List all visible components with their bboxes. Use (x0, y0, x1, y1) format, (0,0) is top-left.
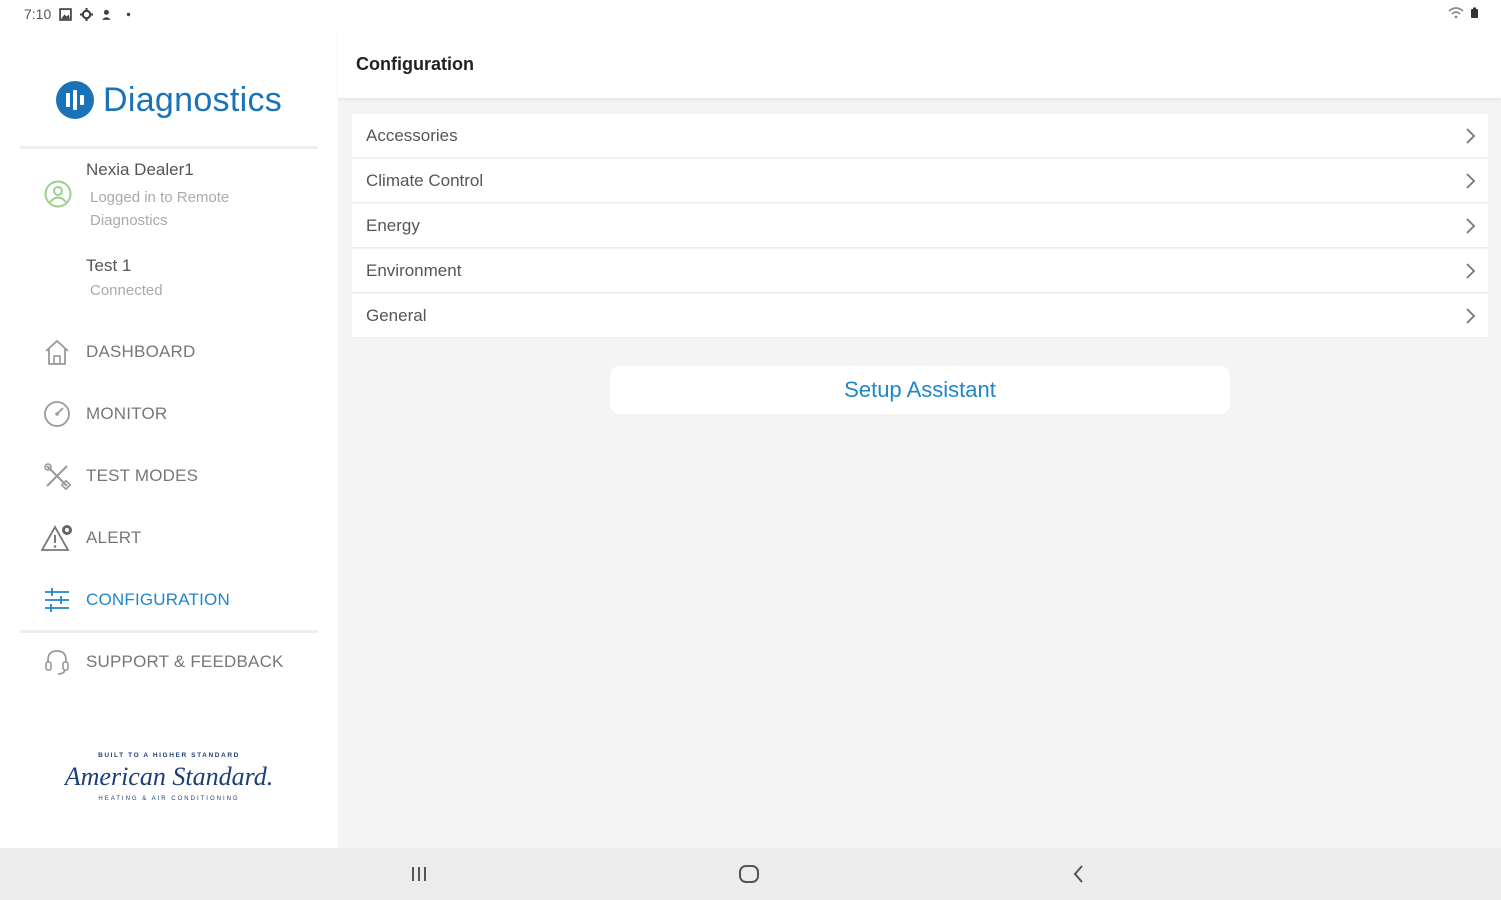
sidebar: Diagnostics Nexia Dealer1 Logged in to R… (0, 30, 338, 848)
status-right (1448, 7, 1479, 19)
user-status: Logged in to Remote Diagnostics (90, 189, 230, 229)
nav-divider (20, 630, 318, 633)
device-name: Test 1 (86, 256, 132, 275)
nav-item-support-feedback[interactable]: SUPPORT & FEEDBACK (40, 642, 320, 682)
chevron-right-icon (1466, 173, 1476, 189)
nav-label-configuration: CONFIGURATION (86, 590, 230, 609)
configuration-list: Accessories Climate Control Energy Envir… (352, 114, 1488, 339)
headset-icon (40, 645, 74, 679)
main-header: Configuration (338, 30, 1501, 98)
nav-item-alert[interactable]: ALERT (40, 518, 320, 558)
svg-text:HEATING & AIR CONDITIONING: HEATING & AIR CONDITIONING (98, 796, 239, 802)
nav-item-test-modes[interactable]: TEST MODES (40, 456, 320, 496)
list-item-accessories[interactable]: Accessories (352, 114, 1488, 158)
device-status: Connected (90, 282, 163, 299)
list-item-climate-control[interactable]: Climate Control (352, 159, 1488, 203)
nav-label-dashboard: DASHBOARD (86, 342, 196, 361)
list-item-label: Energy (366, 216, 420, 235)
gauge-icon (40, 397, 74, 431)
wifi-icon (1448, 7, 1464, 19)
brand-title: Diagnostics (103, 80, 283, 119)
recents-icon[interactable] (404, 862, 434, 886)
list-item-environment[interactable]: Environment (352, 249, 1488, 293)
chevron-right-icon (1466, 308, 1476, 324)
status-time: 7:10 (24, 6, 52, 22)
nav-label-test-modes: TEST MODES (86, 466, 199, 485)
home-circle-icon[interactable] (734, 862, 764, 886)
battery-icon (1471, 7, 1478, 18)
settings-icon (80, 7, 94, 21)
tools-icon (40, 459, 74, 493)
system-navbar (0, 848, 1501, 900)
nav-label-monitor: MONITOR (86, 404, 168, 423)
nav-item-configuration[interactable]: CONFIGURATION (40, 580, 320, 620)
status-bar: 7:10 (0, 0, 1501, 30)
diagnostics-logo-icon (56, 81, 94, 119)
alert-icon (40, 521, 74, 555)
user-name: Nexia Dealer1 (86, 160, 194, 179)
brand: Diagnostics (55, 80, 282, 120)
user-avatar-icon (44, 180, 72, 208)
nav-label-alert: ALERT (86, 528, 142, 547)
back-icon[interactable] (1064, 862, 1094, 886)
chevron-right-icon (1466, 128, 1476, 144)
list-item-label: General (366, 306, 427, 325)
american-standard-logo: BUILT TO A HIGHER STANDARD American Stan… (64, 752, 273, 802)
svg-text:BUILT TO A HIGHER STANDARD: BUILT TO A HIGHER STANDARD (98, 752, 240, 759)
svg-text:American Standard.: American Standard. (64, 762, 273, 791)
nav-item-dashboard[interactable]: DASHBOARD (40, 332, 320, 372)
chevron-right-icon (1466, 263, 1476, 279)
list-item-label: Environment (366, 261, 462, 280)
page-title: Configuration (356, 54, 474, 74)
gallery-icon (59, 7, 73, 21)
list-item-label: Climate Control (366, 171, 484, 190)
nav-item-monitor[interactable]: MONITOR (40, 394, 320, 434)
brand-divider (20, 146, 318, 149)
person-alert-icon (102, 9, 111, 20)
home-icon (40, 335, 74, 369)
sliders-icon (40, 583, 74, 617)
list-item-energy[interactable]: Energy (352, 204, 1488, 248)
chevron-right-icon (1466, 218, 1476, 234)
device-block[interactable]: Test 1 Connected (86, 256, 163, 299)
list-item-general[interactable]: General (352, 294, 1488, 338)
nav-label-support-feedback: SUPPORT & FEEDBACK (86, 652, 284, 671)
status-left: 7:10 (24, 6, 135, 22)
main-content: Configuration Accessories Climate Contro… (338, 30, 1501, 848)
list-item-label: Accessories (366, 126, 458, 145)
setup-assistant-button[interactable]: Setup Assistant (610, 366, 1230, 414)
dot-icon (127, 12, 131, 16)
